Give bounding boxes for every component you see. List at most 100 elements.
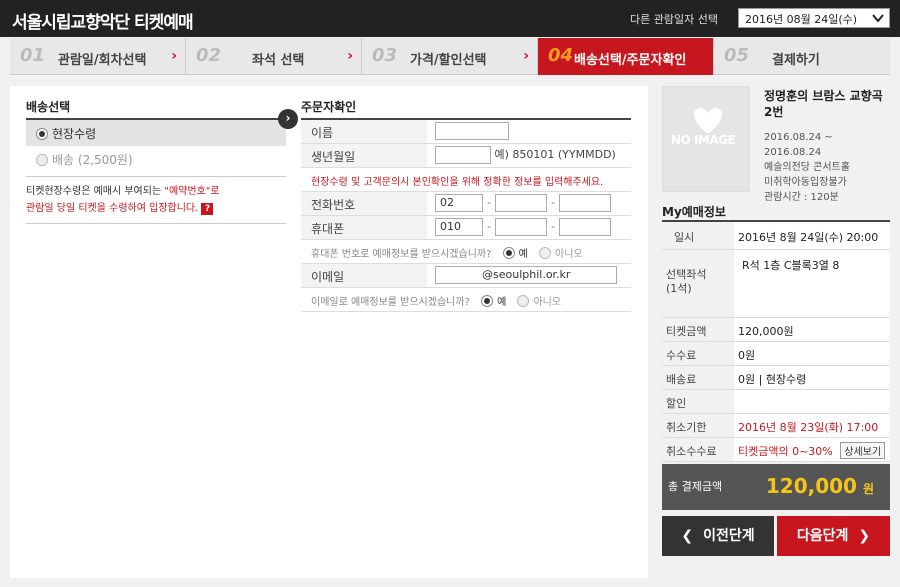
summary-cancel-deadline-label: 취소기한 — [662, 414, 734, 437]
performance-duration: 관람시간 : 120분 — [764, 192, 839, 203]
chevron-left-icon: ❮ — [681, 528, 694, 544]
step-4[interactable]: 04 배송선택/주문자확인 — [538, 38, 714, 75]
phone-input-2[interactable] — [495, 194, 547, 212]
help-icon[interactable]: ? — [201, 203, 214, 215]
delivery-option-ship-label: 배송 (2,500원) — [52, 153, 133, 167]
performance-details: 2016.08.24 ~ 2016.08.24 예술의전당 콘서트홀 미취학아동… — [764, 130, 888, 205]
nav-buttons: ❮ 이전단계 다음단계 ❯ — [662, 516, 890, 560]
total-amount-box: 총 결제금액 120,000 원 — [662, 464, 890, 510]
side-panel: NO IMAGE 정명훈의 브람스 교향곡 2번 2016.08.24 ~ 20… — [662, 86, 890, 560]
detail-button[interactable]: 상세보기 — [840, 442, 886, 459]
chevron-right-icon: › — [347, 48, 353, 64]
delivery-note: 티켓현장수령은 예매시 부여되는 "예약번호"로 관람일 당일 티켓을 수령하여… — [26, 176, 286, 224]
step-2[interactable]: 02 좌석 선택 › — [186, 38, 362, 75]
step-2-label: 좌석 선택 — [252, 53, 305, 68]
chevron-right-icon: ❯ — [858, 528, 871, 544]
date-select[interactable]: 2016년 08월 24일(수) — [738, 8, 890, 28]
phone-row: 전화번호 02- - — [301, 192, 631, 216]
summary-cancel-deadline-row: 취소기한 2016년 8월 23일(화) 17:00 — [662, 414, 890, 438]
sms-no-option[interactable]: 아니오 — [539, 247, 583, 260]
step-5[interactable]: 05 결제하기 — [714, 38, 890, 75]
sms-yes-option[interactable]: 예 — [502, 247, 528, 260]
top-bar: 서울시립교향악단 티켓예매 다른 관람일자 선택 2016년 08월 24일(수… — [0, 0, 900, 37]
email-question: 이메일로 예매정보를 받으시겠습니까? — [311, 297, 470, 308]
summary-seat-label: 선택좌석 (1석) — [662, 250, 734, 317]
step-4-number: 04 — [548, 45, 574, 66]
email-yes-option[interactable]: 예 — [481, 295, 507, 308]
radio-selected-icon[interactable] — [36, 128, 48, 140]
phone-input-3[interactable] — [559, 194, 611, 212]
orderer-title: 주문자확인 — [301, 100, 357, 114]
app-title: 서울시립교향악단 티켓예매 — [12, 13, 194, 33]
performance-age: 미취학아동입장불가 — [764, 177, 847, 188]
next-step-label: 다음단계 — [796, 528, 849, 544]
email-question-row: 이메일로 예매정보를 받으시겠습니까? 예 아니오 — [301, 288, 631, 312]
summary-cancel-fee-value: 티켓금액의 0~30% 상세보기 — [738, 442, 886, 459]
delivery-option-ship[interactable]: 배송 (2,500원) — [26, 146, 286, 172]
sms-question: 휴대폰 번호로 예매정보를 받으시겠습니까? — [311, 249, 492, 260]
total-amount: 120,000 — [765, 474, 857, 498]
summary-fee-value: 0원 — [738, 349, 756, 362]
next-step-button[interactable]: 다음단계 ❯ — [777, 516, 890, 556]
delivery-note-highlight: "예약번호"로 — [164, 186, 220, 197]
identity-notice: 현장수령 및 고객문의시 본인확인을 위해 정확한 정보를 입력해주세요. — [301, 168, 631, 192]
step-2-number: 02 — [196, 45, 222, 66]
name-row: 이름 — [301, 120, 631, 144]
mobile-input-3[interactable] — [559, 218, 611, 236]
summary-seat-row: 선택좌석 (1석) R석 1층 C블록3열 8 — [662, 250, 890, 318]
delivery-note-text: 티켓현장수령은 예매시 부여되는 — [26, 186, 165, 197]
performance-period: 2016.08.24 ~ 2016.08.24 — [764, 132, 833, 158]
summary-cancel-fee-row: 취소수수료 티켓금액의 0~30% 상세보기 — [662, 438, 890, 462]
mobile-row: 휴대폰 010- - — [301, 216, 631, 240]
step-4-label: 배송선택/주문자확인 — [574, 53, 687, 68]
radio-selected-icon[interactable] — [502, 247, 515, 259]
poster-image: NO IMAGE — [662, 86, 750, 192]
summary-seat-count: (1석) — [666, 282, 692, 295]
other-date-label: 다른 관람일자 선택 — [630, 13, 718, 26]
total-label: 총 결제금액 — [668, 480, 723, 493]
performance-venue: 예술의전당 콘서트홀 — [764, 162, 850, 173]
summary-date-row: 일시 2016년 8월 24일(수) 20:00 — [662, 222, 890, 250]
radio-selected-icon[interactable] — [481, 295, 494, 307]
summary-discount-label: 할인 — [662, 390, 734, 413]
name-label: 이름 — [301, 120, 427, 143]
prev-step-button[interactable]: ❮ 이전단계 — [662, 516, 774, 556]
radio-unselected-icon[interactable] — [517, 295, 530, 307]
step-3-label: 가격/할인선택 — [410, 53, 487, 68]
mobile-input-2[interactable] — [495, 218, 547, 236]
step-1-label: 관람일/회차선택 — [58, 53, 147, 68]
delivery-option-pickup[interactable]: 현장수령 — [26, 120, 286, 146]
phone-input-1[interactable]: 02 — [435, 194, 483, 212]
sms-question-row: 휴대폰 번호로 예매정보를 받으시겠습니까? 예 아니오 — [301, 240, 631, 264]
radio-disabled-icon[interactable] — [36, 154, 48, 166]
orderer-section: 주문자확인 이름 생년월일 예) 850101 (YYMMDD) 현장수령 및 … — [301, 98, 631, 312]
mobile-label: 휴대폰 — [301, 216, 427, 239]
email-yes-label: 예 — [497, 297, 507, 308]
email-no-option[interactable]: 아니오 — [517, 295, 561, 308]
summary-cancel-deadline-value: 2016년 8월 23일(화) 17:00 — [738, 421, 879, 434]
step-1[interactable]: 01 관람일/회차선택 › — [10, 38, 186, 75]
sms-yes-label: 예 — [518, 249, 528, 260]
step-5-label: 결제하기 — [772, 53, 820, 68]
mobile-input-1[interactable]: 010 — [435, 218, 483, 236]
step-3-number: 03 — [372, 45, 398, 66]
step-3[interactable]: 03 가격/할인선택 › — [362, 38, 538, 75]
total-unit: 원 — [862, 482, 874, 496]
summary-discount-row: 할인 — [662, 390, 890, 414]
performance-info: NO IMAGE 정명훈의 브람스 교향곡 2번 2016.08.24 ~ 20… — [662, 86, 890, 203]
email-input[interactable]: @seoulphil.or.kr — [435, 266, 617, 284]
prev-step-label: 이전단계 — [703, 528, 755, 544]
radio-unselected-icon[interactable] — [539, 247, 552, 259]
date-select-value: 2016년 08월 24일(수) — [745, 13, 858, 26]
birth-label: 생년월일 — [301, 144, 427, 167]
poster-placeholder-text: NO IMAGE — [671, 133, 736, 147]
step-1-number: 01 — [20, 45, 46, 66]
name-input[interactable] — [435, 122, 509, 140]
summary-delivery-value: 0원 | 현장수령 — [738, 373, 807, 386]
summary-ticket-label: 티켓금액 — [662, 318, 734, 341]
performance-title: 정명훈의 브람스 교향곡 2번 — [764, 89, 883, 119]
birth-input[interactable] — [435, 146, 491, 164]
summary-ticket-row: 티켓금액 120,000원 — [662, 318, 890, 342]
heart-icon — [694, 108, 722, 134]
step-nav: 01 관람일/회차선택 › 02 좌석 선택 › 03 가격/할인선택 › 04… — [10, 38, 890, 75]
